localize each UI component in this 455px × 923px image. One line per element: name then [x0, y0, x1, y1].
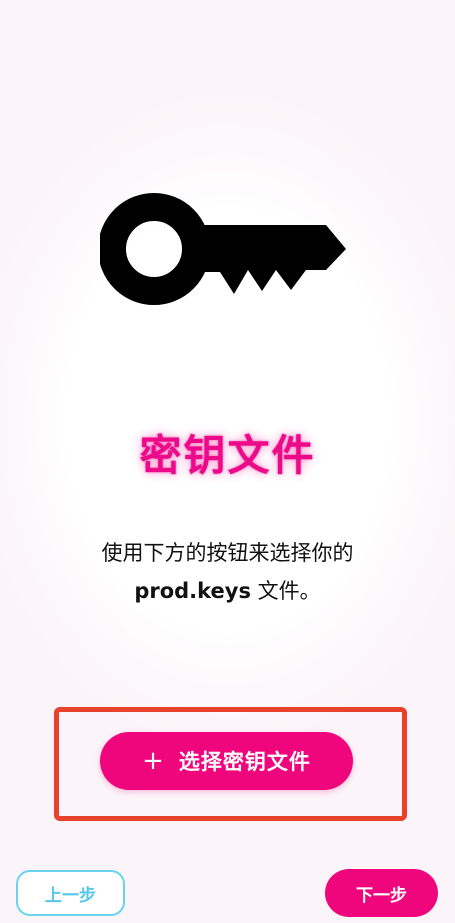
description-line-2: prod.keys 文件。	[0, 572, 455, 610]
select-key-file-button[interactable]: + 选择密钥文件	[100, 732, 353, 790]
select-key-file-label: 选择密钥文件	[178, 750, 311, 774]
previous-step-label: 上一步	[45, 885, 96, 906]
key-icon	[100, 193, 346, 305]
description-suffix: 文件。	[250, 579, 321, 603]
next-step-label: 下一步	[356, 885, 407, 906]
description-line-1: 使用下方的按钮来选择你的	[101, 541, 354, 565]
next-step-button[interactable]: 下一步	[325, 869, 438, 917]
file-name: prod.keys	[134, 579, 251, 603]
setup-screen: 密钥文件 使用下方的按钮来选择你的 prod.keys 文件。 + 选择密钥文件…	[0, 0, 455, 923]
previous-step-button[interactable]: 上一步	[16, 870, 125, 916]
page-title: 密钥文件	[139, 431, 316, 480]
plus-icon: +	[142, 746, 165, 776]
page-description: 使用下方的按钮来选择你的 prod.keys 文件。	[0, 534, 455, 610]
